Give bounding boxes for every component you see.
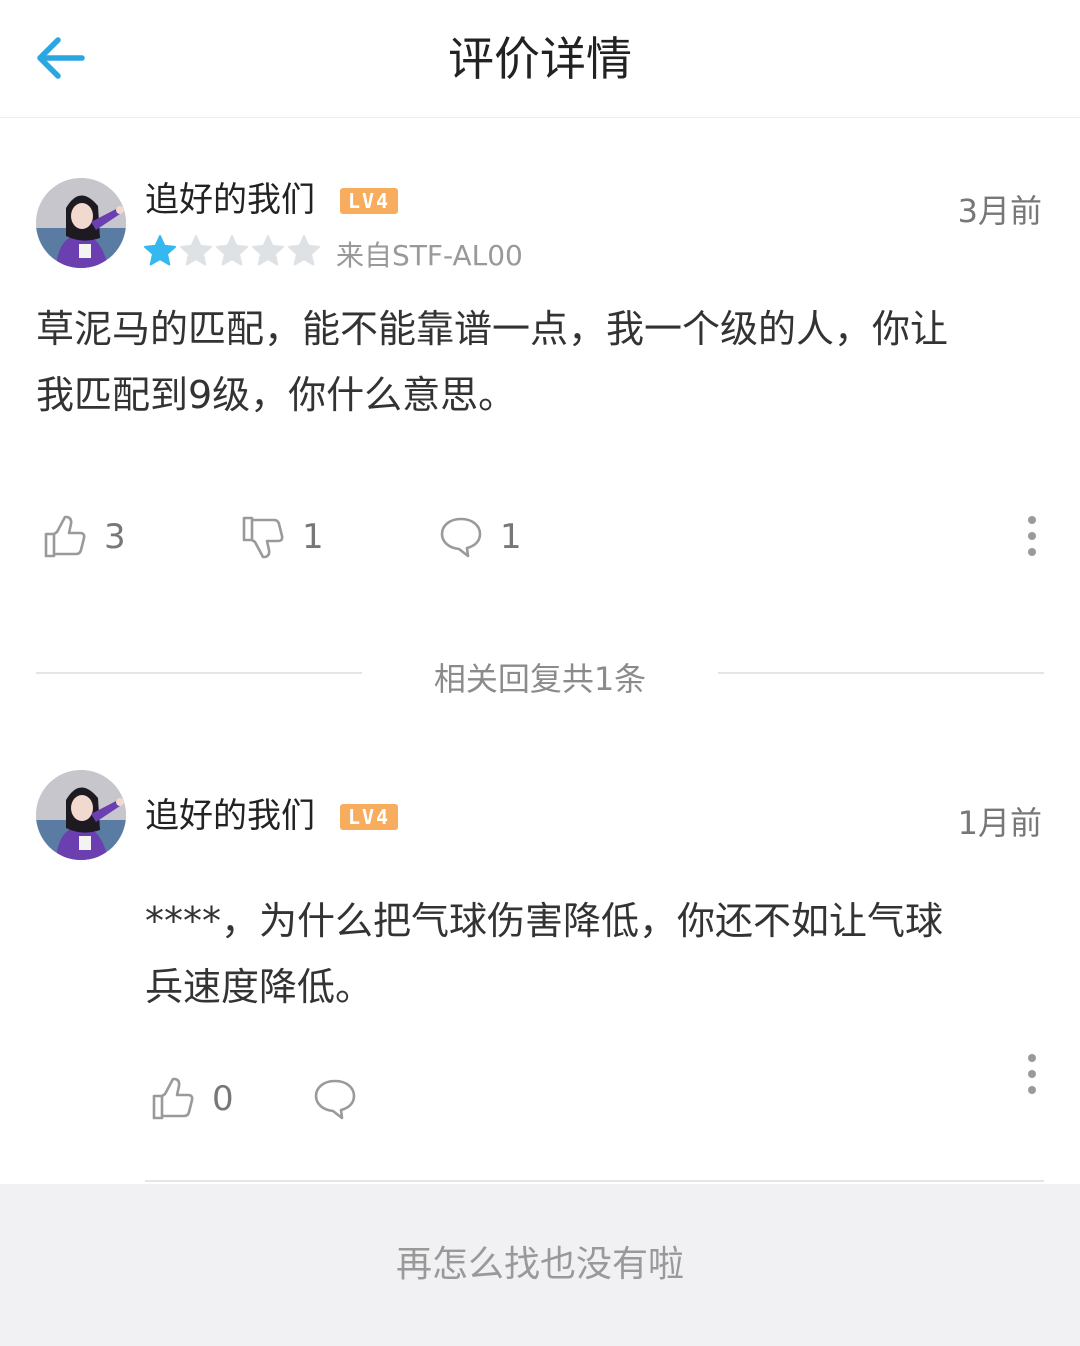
- star-empty-icon: [288, 235, 320, 266]
- divider-right: [718, 672, 1044, 674]
- avatar-image: [36, 770, 126, 860]
- like-button[interactable]: 3: [42, 514, 126, 560]
- speech-bubble-icon: [440, 517, 482, 558]
- divider-left: [36, 672, 362, 674]
- page-title: 评价详情: [448, 32, 632, 86]
- replies-count-label: 相关回复共1条: [433, 660, 647, 698]
- thumbs-down-icon: [242, 516, 284, 559]
- review-text-line-2: 我匹配到9级，你什么意思。: [36, 373, 517, 417]
- reply-time: 1月前: [957, 804, 1042, 842]
- reply-divider: [145, 1180, 1044, 1182]
- reply-author-name[interactable]: 追好的我们: [145, 796, 315, 836]
- star-empty-icon: [216, 235, 248, 266]
- more-options-button[interactable]: [1022, 514, 1042, 560]
- star-rating: [142, 233, 322, 269]
- more-vertical-icon: [1028, 516, 1036, 556]
- like-count: 3: [104, 517, 126, 557]
- reply-like-count: 0: [212, 1079, 234, 1119]
- star-filled-icon: [144, 235, 176, 266]
- comment-button[interactable]: 1: [438, 514, 522, 560]
- dislike-button[interactable]: 1: [240, 514, 324, 560]
- device-info: 来自STF-AL00: [336, 239, 523, 272]
- more-vertical-icon: [1028, 1054, 1036, 1094]
- reply-comment-button[interactable]: [312, 1076, 358, 1122]
- thumbs-up-icon: [44, 515, 86, 558]
- reply-level-badge: LV4: [340, 804, 398, 830]
- dislike-count: 1: [302, 517, 324, 557]
- reply-text-line-2: 兵速度降低。: [145, 965, 374, 1009]
- review-time: 3月前: [957, 192, 1042, 230]
- star-empty-icon: [252, 235, 284, 266]
- reply-avatar[interactable]: [36, 770, 126, 860]
- level-badge: LV4: [340, 188, 398, 214]
- review-text-line-1: 草泥马的匹配，能不能靠谱一点，我一个级的人，你让: [36, 307, 949, 351]
- avatar-image: [36, 178, 126, 268]
- arrow-left-icon: [37, 37, 85, 79]
- end-of-list-text: 再怎么找也没有啦: [395, 1244, 684, 1285]
- thumbs-up-icon: [152, 1077, 194, 1120]
- reply-more-options-button[interactable]: [1022, 1052, 1042, 1098]
- back-button[interactable]: [30, 28, 90, 88]
- reviewer-name[interactable]: 追好的我们: [145, 180, 315, 220]
- speech-bubble-icon: [314, 1079, 356, 1120]
- avatar[interactable]: [36, 178, 126, 268]
- reply-text-line-1: ****，为什么把气球伤害降低，你还不如让气球: [145, 899, 944, 943]
- reply-like-button[interactable]: 0: [150, 1076, 234, 1122]
- comment-count: 1: [500, 517, 522, 557]
- star-empty-icon: [180, 235, 212, 266]
